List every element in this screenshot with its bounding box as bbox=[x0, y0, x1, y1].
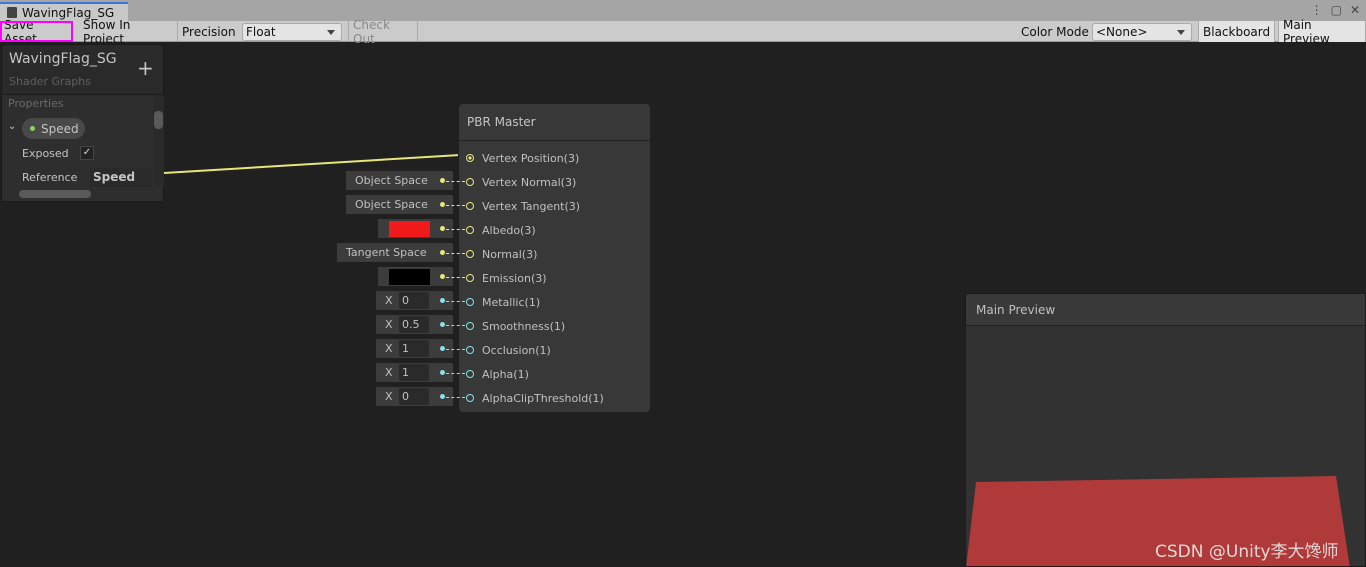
preview-title: Main Preview bbox=[966, 294, 1365, 326]
axis-label: X bbox=[385, 318, 393, 331]
port-label: Vertex Position(3) bbox=[482, 151, 580, 165]
float-input-10[interactable]: X0 bbox=[376, 387, 453, 406]
port-label: Emission(3) bbox=[482, 271, 547, 285]
color-input-5[interactable] bbox=[378, 267, 453, 286]
float-field[interactable]: 0 bbox=[399, 388, 429, 405]
port-label: Smoothness(1) bbox=[482, 319, 566, 333]
port-label: Vertex Normal(3) bbox=[482, 175, 577, 189]
main-preview-panel: Main Preview bbox=[965, 293, 1366, 567]
pbr-master-node[interactable]: PBR Master Vertex Position(3) Vertex Norm… bbox=[458, 103, 651, 413]
space-input-4[interactable]: Tangent Space bbox=[337, 243, 453, 262]
float-input-6[interactable]: X0 bbox=[376, 291, 453, 310]
port-connector-icon[interactable] bbox=[466, 370, 474, 378]
port-connector-icon[interactable] bbox=[466, 298, 474, 306]
axis-label: X bbox=[385, 342, 393, 355]
input-edge bbox=[446, 325, 465, 326]
exposed-label: Exposed bbox=[22, 147, 69, 160]
input-edge bbox=[446, 301, 465, 302]
properties-header: Properties bbox=[8, 97, 64, 110]
float-input-8[interactable]: X1 bbox=[376, 339, 453, 358]
float-field[interactable]: 1 bbox=[399, 364, 429, 381]
axis-label: X bbox=[385, 390, 393, 403]
float-input-9[interactable]: X1 bbox=[376, 363, 453, 382]
float-dot-icon bbox=[30, 126, 35, 131]
port-label: AlphaClipThreshold(1) bbox=[482, 391, 604, 405]
port-label: Occlusion(1) bbox=[482, 343, 551, 357]
port-connector-icon[interactable] bbox=[466, 274, 474, 282]
port-connector-icon[interactable] bbox=[466, 322, 474, 330]
port-label: Normal(3) bbox=[482, 247, 538, 261]
input-edge bbox=[446, 205, 465, 206]
blackboard-title: WavingFlag_SG bbox=[9, 51, 117, 67]
input-edge bbox=[446, 373, 465, 374]
axis-label: X bbox=[385, 294, 393, 307]
float-field[interactable]: 0.5 bbox=[399, 316, 429, 333]
input-edge bbox=[446, 253, 465, 254]
color-swatch[interactable] bbox=[389, 221, 430, 237]
port-connector-icon[interactable] bbox=[466, 250, 474, 258]
port-connector-icon[interactable] bbox=[466, 226, 474, 234]
port-connector-icon[interactable] bbox=[466, 154, 474, 162]
flag-preview-mesh[interactable] bbox=[966, 326, 1366, 567]
port-connector-icon[interactable] bbox=[466, 394, 474, 402]
input-edge bbox=[446, 277, 465, 278]
float-input-7[interactable]: X 0.5 bbox=[376, 315, 453, 334]
reference-field[interactable]: Speed bbox=[90, 168, 152, 187]
space-input-1[interactable]: Object Space bbox=[346, 171, 453, 190]
axis-label: X bbox=[385, 366, 393, 379]
port-label: Vertex Tangent(3) bbox=[482, 199, 581, 213]
space-input-2[interactable]: Object Space bbox=[346, 195, 453, 214]
add-property-button[interactable]: + bbox=[137, 58, 154, 78]
chevron-down-icon[interactable]: ⌄ bbox=[8, 121, 16, 132]
color-input-3[interactable] bbox=[378, 219, 453, 238]
horizontal-scrollbar[interactable] bbox=[19, 190, 91, 198]
blackboard-subtitle: Shader Graphs bbox=[9, 75, 91, 88]
node-title: PBR Master bbox=[459, 104, 650, 141]
exposed-checkbox[interactable]: ✓ bbox=[80, 146, 94, 160]
port-label: Albedo(3) bbox=[482, 223, 536, 237]
space-dropdown[interactable]: Object Space bbox=[346, 174, 428, 187]
input-edge bbox=[446, 181, 465, 182]
property-name: Speed bbox=[41, 121, 79, 136]
port-connector-icon[interactable] bbox=[466, 178, 474, 186]
input-edge bbox=[446, 397, 465, 398]
space-dropdown[interactable]: Tangent Space bbox=[337, 246, 427, 259]
space-dropdown[interactable]: Object Space bbox=[346, 198, 428, 211]
port-connector-icon[interactable] bbox=[466, 202, 474, 210]
color-swatch[interactable] bbox=[389, 269, 430, 285]
vertical-scrollbar[interactable] bbox=[153, 95, 164, 187]
input-edge bbox=[446, 349, 465, 350]
input-edge bbox=[446, 229, 465, 230]
reference-label: Reference bbox=[22, 171, 78, 184]
watermark: CSDN @Unity李大馋师 bbox=[1155, 542, 1339, 562]
float-field[interactable]: 0 bbox=[399, 292, 429, 309]
property-speed-pill[interactable]: Speed bbox=[22, 118, 85, 139]
blackboard-panel: WavingFlag_SG Shader Graphs + Properties… bbox=[1, 44, 164, 202]
port-label: Metallic(1) bbox=[482, 295, 541, 309]
port-connector-icon[interactable] bbox=[466, 346, 474, 354]
port-label: Alpha(1) bbox=[482, 367, 529, 381]
float-field[interactable]: 1 bbox=[399, 340, 429, 357]
